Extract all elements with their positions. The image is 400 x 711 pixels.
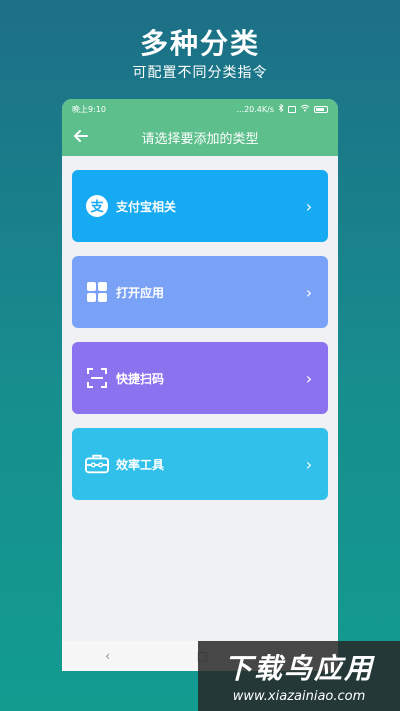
- category-card-efficiency-tools[interactable]: 效率工具 ›: [72, 428, 328, 500]
- wifi-icon: [300, 104, 310, 114]
- watermark-url: www.xiazainiao.com: [232, 689, 366, 704]
- category-card-alipay[interactable]: 支 支付宝相关 ›: [72, 170, 328, 242]
- bluetooth-icon: [278, 103, 284, 114]
- watermark-title: 下载鸟应用: [223, 652, 374, 685]
- card-label: 支付宝相关: [116, 199, 177, 214]
- svg-text:支: 支: [89, 199, 104, 215]
- battery-icon: [314, 105, 328, 113]
- chevron-right-icon: ›: [305, 454, 313, 474]
- status-indicators: ...20.4K/s: [236, 103, 328, 114]
- status-bar: 晚上9:10 ...20.4K/s: [62, 99, 338, 119]
- promo-subtitle: 可配置不同分类指令: [132, 65, 268, 81]
- promo-title: 多种分类: [139, 27, 260, 60]
- chevron-right-icon: ›: [305, 196, 313, 216]
- category-card-quick-scan[interactable]: 快捷扫码 ›: [72, 342, 328, 414]
- sim-icon: [288, 105, 296, 113]
- status-time: 晚上9:10: [72, 104, 106, 114]
- phone-screen: 晚上9:10 ...20.4K/s 请选择要添加的类型 支 支付宝相关 › 打开…: [62, 99, 338, 671]
- card-label: 效率工具: [116, 457, 165, 472]
- app-grid-icon: [85, 280, 109, 304]
- category-card-open-app[interactable]: 打开应用 ›: [72, 256, 328, 328]
- card-label: 打开应用: [116, 285, 165, 300]
- title-bar: 请选择要添加的类型: [62, 119, 338, 156]
- category-list: 支 支付宝相关 › 打开应用 › 快捷扫码 › 效率工具 ›: [62, 156, 338, 500]
- toolbox-icon: [85, 452, 109, 476]
- back-button[interactable]: [70, 127, 92, 149]
- alipay-icon: 支: [85, 194, 109, 218]
- chevron-right-icon: ›: [305, 368, 313, 388]
- network-speed: ...20.4K/s: [236, 104, 274, 114]
- watermark-logo: 下载鸟应用 www.xiazainiao.com: [198, 641, 400, 711]
- card-label: 快捷扫码: [116, 371, 165, 386]
- page-title: 请选择要添加的类型: [141, 132, 259, 147]
- nav-back-button[interactable]: ‹: [105, 649, 110, 663]
- scan-icon: [85, 366, 109, 390]
- chevron-right-icon: ›: [305, 282, 313, 302]
- arrow-left-icon: [74, 130, 88, 146]
